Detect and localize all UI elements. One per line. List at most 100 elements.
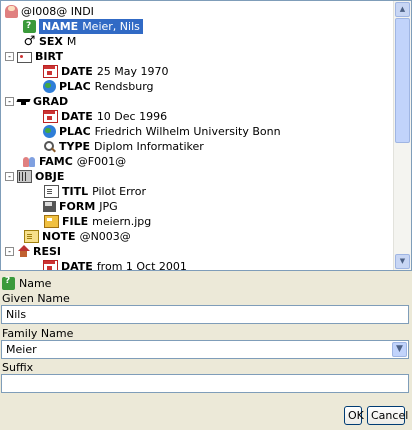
tree-row-label: FAMC @F001@ — [39, 154, 126, 169]
tree-row[interactable]: FILE meiern.jpg — [43, 214, 151, 229]
gedcom-value: from 1 Oct 2001 — [96, 260, 187, 271]
tree-row-label: NOTE @N003@ — [42, 229, 131, 244]
house-icon — [17, 245, 30, 258]
magnifier-icon — [43, 140, 56, 153]
gedcom-tag: PLAC — [59, 125, 91, 138]
gedcom-tag: TYPE — [59, 140, 91, 153]
tree-row[interactable]: DATE 10 Dec 1996 — [43, 109, 167, 124]
gedcom-tree[interactable]: @I008@ INDINAMEMeier, Nils♂SEXM-BIRTDATE… — [0, 0, 412, 271]
tree-row-label: PLAC Rendsburg — [59, 79, 154, 94]
person-icon — [5, 5, 18, 18]
tree-row-label: NAME Meier, Nils — [39, 19, 143, 34]
name-icon — [2, 276, 15, 290]
gedcom-value: 10 Dec 1996 — [96, 110, 168, 123]
graduation-icon — [17, 95, 30, 108]
tree-row-label: OBJE — [35, 169, 68, 184]
name-editor: Name Given Name Family Name Meier ▼ Suff… — [0, 273, 412, 430]
tree-row[interactable]: - GRAD — [5, 94, 72, 109]
tree-row[interactable]: PLAC Friedrich Wilhelm University Bonn — [43, 124, 281, 139]
date-icon — [43, 65, 58, 78]
suffix-label: Suffix — [2, 361, 34, 374]
family-name-value: Meier — [6, 343, 37, 356]
gedcom-value: @I008@ INDI — [21, 5, 94, 18]
tree-row-label: TITL Pilot Error — [62, 184, 146, 199]
collapse-toggle[interactable]: - — [5, 97, 14, 106]
gedcom-tag: BIRT — [35, 50, 63, 63]
tree-row[interactable]: ♂ SEX M — [23, 34, 77, 49]
gedcom-value: Meier, Nils — [82, 20, 140, 33]
tree-row-label: RESI — [33, 244, 65, 259]
chevron-down-icon[interactable]: ▼ — [392, 342, 407, 357]
ok-button[interactable]: OK — [344, 406, 364, 425]
tree-row-label: @I008@ INDI — [21, 4, 94, 19]
tree-row[interactable]: - RESI — [5, 244, 65, 259]
gedcom-tag: TITL — [62, 185, 89, 198]
tree-row[interactable]: DATE from 1 Oct 2001 — [43, 259, 187, 271]
gedcom-tag: OBJE — [35, 170, 65, 183]
gedcom-tag: RESI — [33, 245, 61, 258]
collapse-toggle[interactable]: - — [5, 52, 14, 61]
globe-icon — [43, 80, 56, 93]
tree-row[interactable]: NOTE @N003@ — [23, 229, 131, 244]
gedcom-value: JPG — [99, 200, 118, 213]
gedcom-tag: FORM — [59, 200, 96, 213]
family-name-label: Family Name — [2, 327, 74, 340]
suffix-field[interactable] — [1, 374, 409, 393]
tree-row[interactable]: TYPE Diplom Informatiker — [43, 139, 204, 154]
tree-row[interactable]: TITL Pilot Error — [43, 184, 146, 199]
tree-row[interactable]: PLAC Rendsburg — [43, 79, 154, 94]
collapse-toggle[interactable]: - — [5, 247, 14, 256]
tree-row[interactable]: @I008@ INDI — [5, 4, 94, 19]
gedcom-tag: NOTE — [42, 230, 76, 243]
tree-row-label: DATE from 1 Oct 2001 — [61, 259, 187, 271]
tree-row-label: GRAD — [33, 94, 72, 109]
scroll-down-button[interactable]: ▼ — [395, 254, 410, 269]
gedcom-value: M — [66, 35, 77, 48]
editor-title: Name — [19, 276, 52, 290]
tree-row-label: BIRT — [35, 49, 67, 64]
tree-row[interactable]: - OBJE — [5, 169, 68, 184]
name-icon — [23, 19, 36, 34]
gedcom-value: @F001@ — [76, 155, 127, 168]
tree-row[interactable]: FORM JPG — [43, 199, 118, 214]
gedcom-tag: FILE — [62, 215, 89, 228]
globe-icon — [43, 125, 56, 138]
scroll-thumb[interactable] — [395, 18, 410, 143]
tree-row-label: PLAC Friedrich Wilhelm University Bonn — [59, 124, 281, 139]
cancel-button[interactable]: Cancel — [367, 406, 408, 425]
tree-row[interactable]: FAMC @F001@ — [23, 154, 126, 169]
given-name-field[interactable] — [1, 305, 409, 324]
gedcom-tag: DATE — [61, 65, 93, 78]
gedcom-tag: FAMC — [39, 155, 73, 168]
format-icon — [43, 201, 56, 212]
gedcom-value: meiern.jpg — [92, 215, 152, 228]
gedcom-value: 25 May 1970 — [96, 65, 169, 78]
tree-row[interactable]: - BIRT — [5, 49, 67, 64]
male-icon: ♂ — [23, 34, 36, 49]
birth-icon — [17, 52, 32, 63]
given-name-label: Given Name — [2, 292, 70, 305]
tree-row[interactable]: DATE 25 May 1970 — [43, 64, 169, 79]
family-name-combo[interactable]: Meier ▼ — [1, 340, 409, 359]
scroll-up-button[interactable]: ▲ — [395, 2, 410, 17]
gedcom-tag: NAME — [42, 20, 79, 33]
gedcom-value: Diplom Informatiker — [94, 140, 204, 153]
media-icon — [17, 170, 32, 183]
tree-row[interactable]: NAMEMeier, Nils — [23, 19, 143, 34]
gedcom-value: Rendsburg — [94, 80, 154, 93]
tree-row-label: SEX M — [39, 34, 76, 49]
date-icon — [43, 260, 58, 270]
title-icon — [44, 185, 59, 198]
tree-row-label: FILE meiern.jpg — [62, 214, 151, 229]
gedcom-value: Friedrich Wilhelm University Bonn — [94, 125, 281, 138]
tree-row-label: DATE 10 Dec 1996 — [61, 109, 167, 124]
gedcom-tag: GRAD — [33, 95, 69, 108]
gedcom-tag: DATE — [61, 110, 93, 123]
gedcom-tag: DATE — [61, 260, 93, 271]
gedcom-value: @N003@ — [79, 230, 131, 243]
gedcom-tag: SEX — [39, 35, 63, 48]
tree-row-label: FORM JPG — [59, 199, 118, 214]
collapse-toggle[interactable]: - — [5, 172, 14, 181]
tree-row-label: DATE 25 May 1970 — [61, 64, 169, 79]
tree-scrollbar[interactable]: ▲ ▼ — [393, 1, 411, 270]
